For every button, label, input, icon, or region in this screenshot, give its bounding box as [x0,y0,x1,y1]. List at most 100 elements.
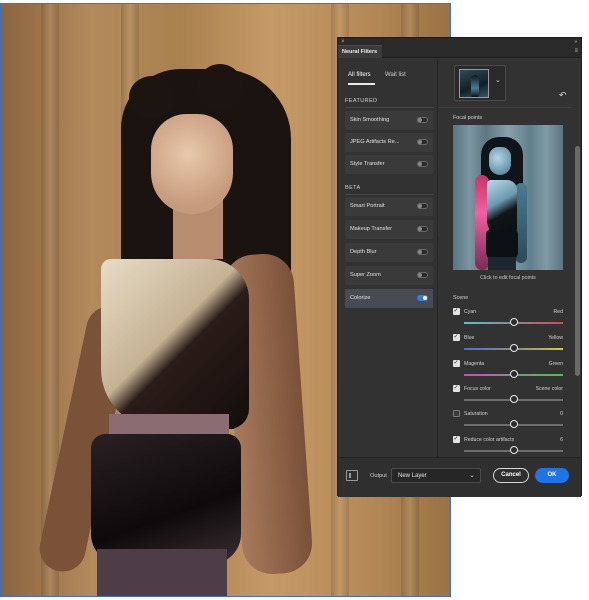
filter-toggle[interactable] [417,295,428,301]
reference-thumbnail [459,69,489,98]
reset-icon[interactable]: ↶ [559,90,569,100]
colorize-settings: ⌄ ↶ Focal points Click to edit focal poi… [439,59,571,457]
subject-hair-bun [197,64,243,110]
cyan-red-control: ✓ Cyan Red [453,308,563,330]
magenta-green-checkbox[interactable]: ✓ [453,360,460,367]
filter-item-jpeg-artifacts[interactable]: JPEG Artifacts Re... [345,133,433,152]
slider-knob[interactable] [509,446,518,454]
filter-label: Depth Blur [350,249,377,255]
filter-toggle[interactable] [417,117,428,123]
saturation-checkbox[interactable] [453,410,460,417]
filter-toggle[interactable] [417,139,428,145]
slider-knob[interactable] [509,370,518,378]
reduce-color-artifacts-control: ✓ Reduce color artifacts 6 [453,436,563,458]
panel-menu-icon[interactable]: ≡ [574,48,578,54]
blue-yellow-checkbox[interactable]: ✓ [453,334,460,341]
reduce-artifacts-checkbox[interactable]: ✓ [453,436,460,443]
scrollbar-thumb[interactable] [575,146,580,376]
filter-toggle[interactable] [417,226,428,232]
app-root: × » Neural Filters ≡ All filters Wait li… [0,0,589,600]
neural-filters-panel: × » Neural Filters ≡ All filters Wait li… [337,37,582,499]
slider-left-label: Reduce color artifacts [464,437,515,443]
reference-image-picker[interactable]: ⌄ [454,65,506,101]
magenta-green-control: ✓ Magenta Green [453,360,563,382]
filter-toggle[interactable] [417,249,428,255]
filter-item-colorize[interactable]: Colorize [345,289,433,308]
filter-toggle[interactable] [417,272,428,278]
chevron-down-icon[interactable]: ⌄ [495,76,501,84]
divider [439,107,571,108]
thumbnail-figure [471,75,479,97]
slider-value: 0 [560,411,563,417]
filter-item-smart-portrait[interactable]: Smart Portrait [345,197,433,216]
slider-right-label: Scene color [535,386,563,392]
divider [345,107,433,108]
output-label: Output [370,473,387,479]
slider-knob[interactable] [509,395,518,403]
focal-points-preview[interactable] [453,125,563,270]
tab-all-filters[interactable]: All filters [348,72,371,78]
ok-button[interactable]: OK [535,468,569,483]
filter-item-makeup-transfer[interactable]: Makeup Transfer [345,220,433,239]
filter-label: Super Zoom [350,272,381,278]
preview-torso [487,180,517,235]
filter-label: JPEG Artifacts Re... [350,139,400,145]
active-tab-indicator [348,83,375,85]
subject-shorts [91,434,241,564]
slider-left-label: Focus color [464,386,491,392]
subject-hair-bun [129,76,175,118]
filter-item-depth-blur[interactable]: Depth Blur [345,243,433,262]
section-header-beta: BETA [345,185,361,191]
filter-toggle[interactable] [417,203,428,209]
check-icon: ✓ [453,436,459,442]
cyan-red-checkbox[interactable]: ✓ [453,308,460,315]
saturation-control: Saturation 0 [453,410,563,432]
slider-left-label: Cyan [464,309,477,315]
focal-points-caption: Click to edit focal points [480,275,536,281]
filter-item-style-transfer[interactable]: Style Transfer [345,155,433,174]
divider [345,194,433,195]
cancel-button[interactable]: Cancel [493,468,529,483]
tab-neural-filters[interactable]: Neural Filters [338,45,382,58]
subject-top [101,259,249,429]
focus-scene-color-control: ✓ Focus color Scene color [453,385,563,407]
slider-right-label: Green [548,361,563,367]
preview-face [489,147,511,175]
check-icon: ✓ [453,308,459,314]
layers-preview-icon[interactable] [346,470,358,481]
filter-item-super-zoom[interactable]: Super Zoom [345,266,433,285]
collapse-icon[interactable]: » [574,39,577,45]
filter-list-tabs: All filters Wait list [348,72,438,86]
filter-toggle[interactable] [417,161,428,167]
preview-legs [488,257,516,270]
settings-scrollbar[interactable] [575,134,580,499]
focus-color-checkbox[interactable]: ✓ [453,385,460,392]
check-icon: ✓ [453,360,459,366]
slider-right-label: Yellow [548,335,563,341]
filter-label: Smart Portrait [350,203,385,209]
slider-left-label: Saturation [464,411,488,417]
slider-knob[interactable] [509,344,518,352]
subject-legs [97,549,227,596]
check-icon: ✓ [453,334,459,340]
slider-value: 6 [560,437,563,443]
section-header-featured: FEATURED [345,98,378,104]
slider-left-label: Magenta [464,361,485,367]
filter-label: Makeup Transfer [350,226,392,232]
slider-knob[interactable] [509,420,518,428]
panel-titlebar: × » Neural Filters ≡ [338,38,581,58]
tab-wait-list[interactable]: Wait list [385,72,406,78]
focal-points-label: Focal points [453,115,483,121]
output-value: New Layer [398,473,427,479]
subject-face [151,114,233,214]
slider-left-label: Blue [464,335,475,341]
output-select[interactable]: New Layer ⌄ [391,468,481,483]
scene-label: Scene [453,295,469,301]
blue-yellow-control: ✓ Blue Yellow [453,334,563,356]
panel-footer: Output New Layer ⌄ Cancel OK [338,457,581,497]
filter-label: Skin Smoothing [350,117,390,123]
filter-label: Colorize [350,295,371,301]
check-icon: ✓ [453,385,459,391]
filter-item-skin-smoothing[interactable]: Skin Smoothing [345,111,433,130]
slider-knob[interactable] [509,318,518,326]
